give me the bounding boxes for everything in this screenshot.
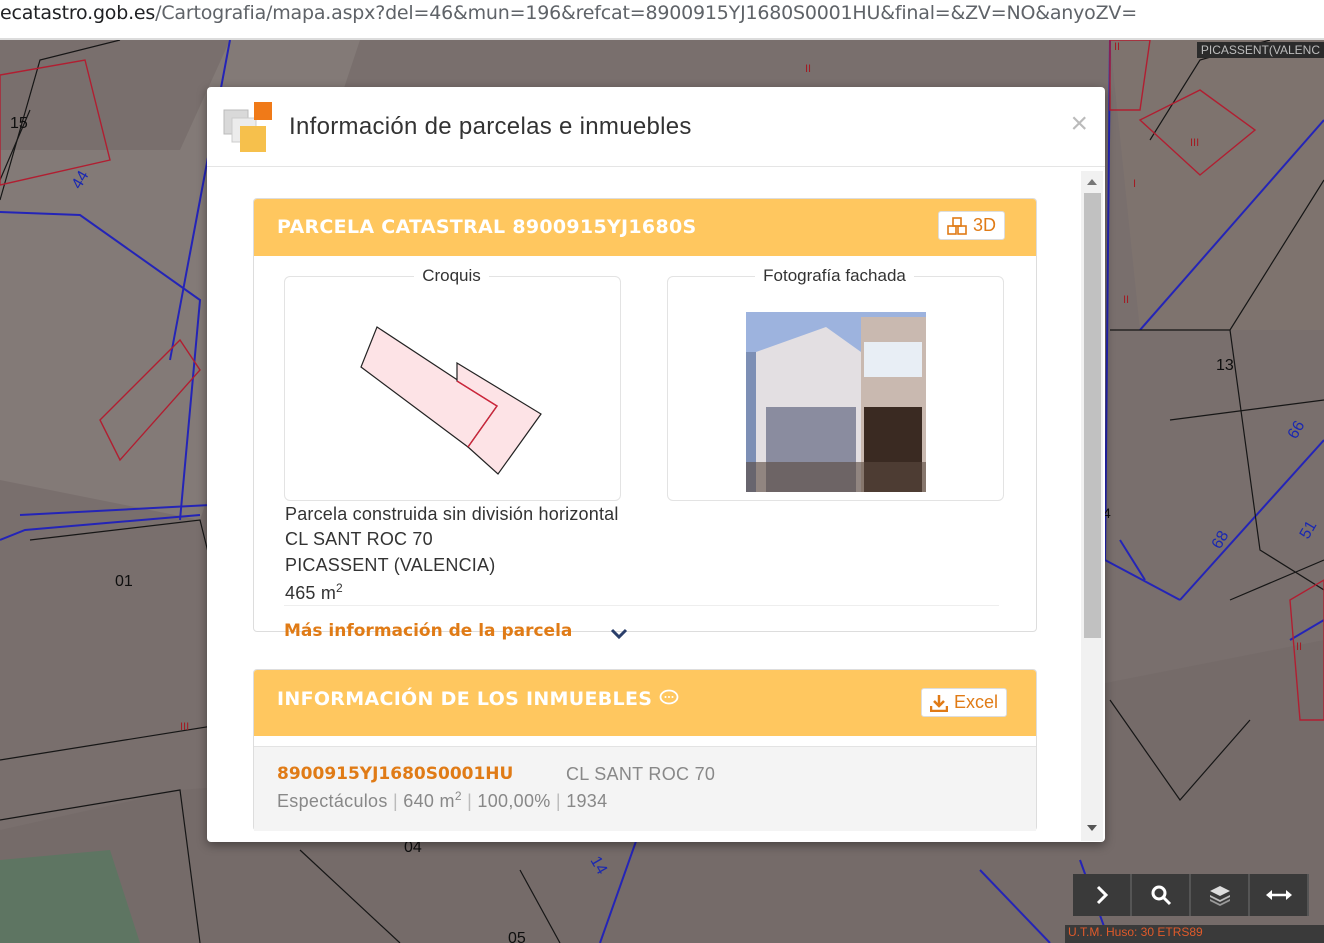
layers-icon[interactable] bbox=[1191, 874, 1250, 916]
inmueble-year: 1934 bbox=[566, 791, 608, 811]
search-icon[interactable] bbox=[1132, 874, 1191, 916]
catastro-logo-icon bbox=[223, 102, 272, 152]
table-row[interactable]: 8900915YJ1680S0001HU CL SANT ROC 70 Espe… bbox=[254, 746, 1036, 831]
inmueble-area-exp: 2 bbox=[454, 789, 462, 803]
excel-button-label: Excel bbox=[954, 692, 999, 712]
inmuebles-panel: INFORMACIÓN DE LOS INMUEBLES Excel 89009… bbox=[253, 669, 1037, 831]
download-icon bbox=[930, 694, 948, 712]
modal-title: Información de parcelas e inmuebles bbox=[289, 113, 692, 140]
scroll-thumb[interactable] bbox=[1084, 193, 1101, 638]
url-text[interactable]: ecatastro.gob.es/Cartografia/mapa.aspx?d… bbox=[0, 2, 1137, 24]
inmuebles-panel-header: INFORMACIÓN DE LOS INMUEBLES Excel bbox=[254, 670, 1036, 736]
modal-scrollbar[interactable] bbox=[1081, 171, 1103, 841]
cubes-icon bbox=[947, 216, 967, 235]
facade-photo bbox=[746, 312, 926, 492]
modal-header: Información de parcelas e inmuebles × bbox=[207, 87, 1105, 167]
parcel-panel-title: PARCELA CATASTRAL 8900915YJ1680S bbox=[277, 216, 697, 238]
facade-label: Fotografía fachada bbox=[667, 266, 1002, 286]
scroll-down-icon[interactable] bbox=[1081, 817, 1103, 839]
parcel-address: CL SANT ROC 70 bbox=[285, 529, 433, 549]
divider bbox=[284, 605, 999, 606]
comment-icon[interactable] bbox=[659, 689, 679, 707]
scroll-up-icon[interactable] bbox=[1081, 171, 1103, 193]
parcel-panel: PARCELA CATASTRAL 8900915YJ1680S 3D Croq… bbox=[253, 198, 1037, 641]
inmueble-use: Espectáculos bbox=[277, 791, 388, 811]
3d-button-label: 3D bbox=[973, 215, 997, 235]
parcel-area: 465 m2 bbox=[285, 581, 343, 604]
url-path: /Cartografia/mapa.aspx?del=46&mun=196&re… bbox=[155, 2, 1137, 24]
parcel-locality: PICASSENT (VALENCIA) bbox=[285, 555, 496, 575]
croquis-box[interactable] bbox=[284, 276, 621, 501]
facade-photo-box[interactable] bbox=[667, 276, 1004, 501]
excel-button[interactable]: Excel bbox=[921, 688, 1008, 717]
parcel-panel-header: PARCELA CATASTRAL 8900915YJ1680S 3D bbox=[254, 199, 1036, 256]
inmuebles-title-text: INFORMACIÓN DE LOS INMUEBLES bbox=[277, 688, 653, 710]
url-host: ecatastro.gob.es bbox=[0, 2, 156, 24]
inmuebles-panel-title: INFORMACIÓN DE LOS INMUEBLES bbox=[277, 688, 679, 710]
chevron-down-icon[interactable] bbox=[609, 627, 629, 641]
inmueble-area: 640 m bbox=[403, 791, 455, 811]
parcel-type: Parcela construida sin división horizont… bbox=[285, 504, 619, 524]
arrows-horizontal-icon[interactable] bbox=[1250, 874, 1309, 916]
parcel-area-exp: 2 bbox=[336, 581, 343, 595]
address-bar[interactable]: ecatastro.gob.es/Cartografia/mapa.aspx?d… bbox=[0, 0, 1324, 40]
more-info-label: Más información de la parcela bbox=[284, 621, 573, 641]
map-toolbar bbox=[1073, 874, 1309, 916]
modal-body[interactable]: PARCELA CATASTRAL 8900915YJ1680S 3D Croq… bbox=[207, 167, 1105, 842]
croquis-label: Croquis bbox=[284, 266, 619, 286]
parcel-area-value: 465 m bbox=[285, 583, 337, 603]
close-icon[interactable]: × bbox=[1070, 107, 1088, 141]
inmueble-share: 100,00% bbox=[477, 791, 551, 811]
3d-button[interactable]: 3D bbox=[938, 211, 1006, 240]
more-info-link[interactable]: Más información de la parcela bbox=[284, 621, 572, 641]
inmueble-ref-link[interactable]: 8900915YJ1680S0001HU bbox=[277, 764, 513, 784]
inmueble-details: Espectáculos | 640 m2 | 100,00% | 1934 bbox=[277, 789, 608, 811]
inmueble-address: CL SANT ROC 70 bbox=[566, 764, 716, 784]
parcel-info-modal: Información de parcelas e inmuebles × PA… bbox=[207, 87, 1105, 842]
chevron-right-icon[interactable] bbox=[1073, 874, 1132, 916]
utm-label: U.T.M. Huso: 30 ETRS89 bbox=[1065, 925, 1324, 943]
parcel-sketch bbox=[360, 326, 542, 475]
